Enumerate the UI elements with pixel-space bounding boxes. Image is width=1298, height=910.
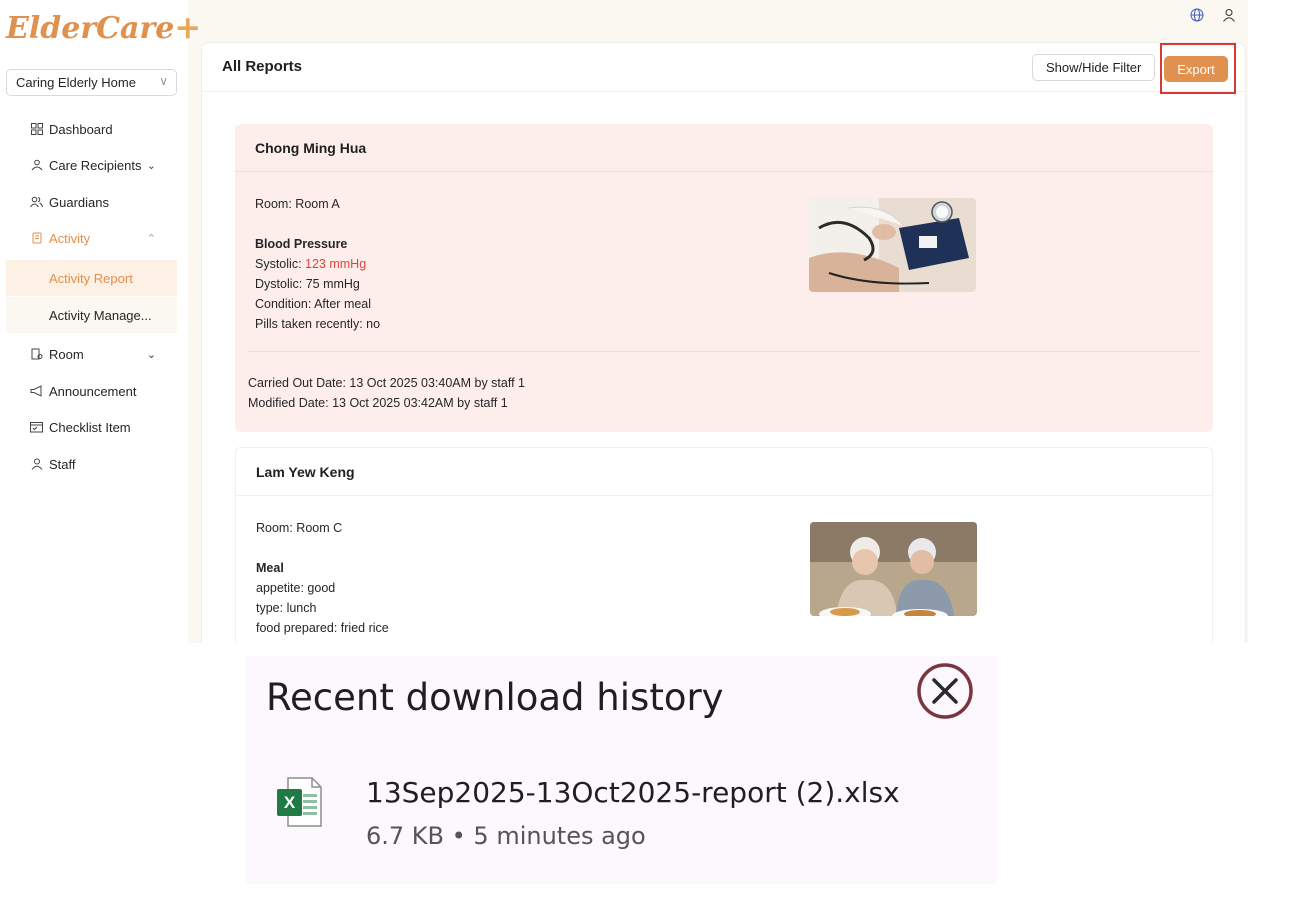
logo-plus: + xyxy=(174,8,202,46)
export-button[interactable]: Export xyxy=(1164,56,1228,82)
report-category: Meal xyxy=(256,561,284,575)
divider xyxy=(247,351,1201,352)
sidebar-subitem-activity-management[interactable]: Activity Manage... xyxy=(6,297,177,333)
sidebar-subitem-activity-report[interactable]: Activity Report xyxy=(6,260,177,296)
home-selector[interactable]: Caring Elderly Home ∨ xyxy=(6,69,177,96)
globe-icon[interactable] xyxy=(1190,8,1204,25)
report-category: Blood Pressure xyxy=(255,237,348,251)
download-history-panel: Recent download history X 13Sep2025-13Oc… xyxy=(246,656,997,884)
systolic-label: Systolic: xyxy=(255,257,306,271)
report-footer: Carried Out Date: 13 Oct 2025 03:40AM by… xyxy=(248,373,525,413)
report-condition: Condition: After meal xyxy=(255,297,372,311)
app-logo[interactable]: ElderCare+ xyxy=(6,8,201,46)
sidebar-item-label: Announcement xyxy=(49,383,137,399)
sidebar-item-dashboard[interactable]: Dashboard xyxy=(0,112,178,146)
sidebar-item-label: Room xyxy=(49,346,84,362)
report-details: Room: Room A Blood Pressure Systolic: 12… xyxy=(255,194,380,334)
room-icon xyxy=(30,348,43,361)
close-icon[interactable] xyxy=(916,662,974,720)
downloaded-file-meta: 6.7 KB • 5 minutes ago xyxy=(366,822,646,850)
top-bar-icons xyxy=(1190,8,1236,25)
report-systolic: Systolic: 123 mmHg xyxy=(255,254,380,274)
sidebar-item-label: Guardians xyxy=(49,194,109,210)
carried-out-date: Carried Out Date: 13 Oct 2025 03:40AM by… xyxy=(248,376,526,390)
sidebar-item-staff[interactable]: Staff xyxy=(0,447,178,481)
staff-icon xyxy=(30,458,43,471)
report-food: food prepared: fried rice xyxy=(256,621,389,635)
report-details: Room: Room C Meal appetite: good type: l… xyxy=(256,518,389,638)
sidebar-item-label: Dashboard xyxy=(49,121,113,137)
excel-file-icon: X xyxy=(276,776,322,828)
reports-panel: All Reports Show/Hide Filter Export Chon… xyxy=(201,42,1246,643)
report-room: Room: Room C xyxy=(256,521,343,535)
home-selector-value: Caring Elderly Home xyxy=(16,75,136,90)
divider xyxy=(235,171,1213,172)
sidebar-item-announcement[interactable]: Announcement xyxy=(0,374,178,408)
sidebar-item-room[interactable]: Room ⌄ xyxy=(0,337,178,371)
report-pills: Pills taken recently: no xyxy=(255,317,381,331)
sidebar: ElderCare+ Caring Elderly Home ∨ Dashboa… xyxy=(0,0,201,643)
report-recipient-name: Chong Ming Hua xyxy=(255,140,367,156)
megaphone-icon xyxy=(30,385,43,398)
sidebar-item-label: Checklist Item xyxy=(49,419,131,435)
guardians-icon xyxy=(30,196,43,209)
sidebar-item-care-recipients[interactable]: Care Recipients ⌄ xyxy=(0,148,178,182)
user-icon[interactable] xyxy=(1222,8,1236,25)
report-recipient-name: Lam Yew Keng xyxy=(256,464,355,480)
care-recipients-icon xyxy=(30,159,43,172)
downloaded-file-name[interactable]: 13Sep2025-13Oct2025-report (2).xlsx xyxy=(366,776,900,809)
report-card: Chong Ming Hua Room: Room A Blood Pressu… xyxy=(235,124,1213,432)
sidebar-item-activity[interactable]: Activity ⌃ xyxy=(0,221,178,255)
dashboard-icon xyxy=(30,123,43,136)
divider xyxy=(236,495,1212,496)
app-window: ElderCare+ Caring Elderly Home ∨ Dashboa… xyxy=(0,0,1248,643)
blood-pressure-photo[interactable] xyxy=(809,198,976,292)
checklist-icon xyxy=(30,421,43,434)
report-dystolic: Dystolic: 75 mmHg xyxy=(255,277,360,291)
chevron-down-icon: ⌄ xyxy=(146,348,156,361)
chevron-up-icon: ⌃ xyxy=(146,232,156,245)
export-highlight-box: Export xyxy=(1160,43,1236,94)
logo-text: ElderCare xyxy=(6,11,175,46)
meal-photo[interactable] xyxy=(810,522,977,616)
svg-text:X: X xyxy=(284,793,296,812)
report-appetite: appetite: good xyxy=(256,581,336,595)
sidebar-item-label: Staff xyxy=(49,456,76,472)
report-room: Room: Room A xyxy=(255,197,340,211)
sidebar-item-checklist[interactable]: Checklist Item xyxy=(0,410,178,444)
report-card: Lam Yew Keng Room: Room C Meal appetite:… xyxy=(235,447,1213,643)
report-meal-type: type: lunch xyxy=(256,601,317,615)
reports-header: All Reports Show/Hide Filter Export xyxy=(202,43,1245,94)
chevron-down-icon: ∨ xyxy=(159,74,168,88)
page-title: All Reports xyxy=(222,58,303,75)
activity-icon xyxy=(30,232,43,245)
sidebar-subitem-label: Activity Manage... xyxy=(49,307,152,323)
download-history-title: Recent download history xyxy=(266,676,724,719)
chevron-down-icon: ⌄ xyxy=(146,159,156,172)
sidebar-item-label: Activity xyxy=(49,230,91,246)
sidebar-item-label: Care Recipients xyxy=(49,157,142,173)
sidebar-item-guardians[interactable]: Guardians xyxy=(0,185,178,219)
show-hide-filter-button[interactable]: Show/Hide Filter xyxy=(1032,54,1156,81)
systolic-value: 123 mmHg xyxy=(305,257,367,271)
modified-date: Modified Date: 13 Oct 2025 03:42AM by st… xyxy=(248,396,508,410)
sidebar-subitem-label: Activity Report xyxy=(49,270,133,286)
